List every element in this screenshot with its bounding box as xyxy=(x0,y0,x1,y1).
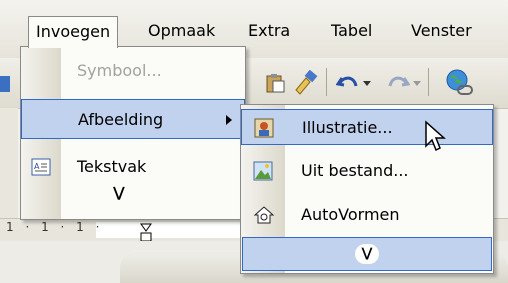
mouse-cursor-icon xyxy=(425,120,446,152)
svg-text:A: A xyxy=(34,162,40,171)
double-chevron-down-icon[interactable]: ⋁ xyxy=(113,185,125,201)
menu-venster[interactable]: Venster xyxy=(404,16,479,46)
undo-dropdown-icon[interactable] xyxy=(362,80,372,88)
menu-item-tekstvak[interactable]: A Tekstvak xyxy=(21,147,245,187)
redo-icon[interactable] xyxy=(386,72,410,94)
menu-invoegen[interactable]: Invoegen xyxy=(28,16,119,48)
clipart-icon xyxy=(254,118,274,138)
double-chevron-down-icon: ⋁ xyxy=(355,244,379,264)
undo-icon[interactable] xyxy=(336,72,360,94)
submenu-expand-button[interactable]: ⋁ xyxy=(242,237,492,271)
format-painter-icon[interactable] xyxy=(292,70,318,96)
left-margin xyxy=(0,108,18,218)
menu-item-symbool[interactable]: Symbool... xyxy=(21,51,245,91)
toolbar-separator xyxy=(326,68,327,96)
paste-icon[interactable] xyxy=(264,72,286,94)
toolbar-separator xyxy=(428,68,429,96)
submenu-item-autovormen[interactable]: AutoVormen xyxy=(241,197,493,233)
submenu-item-autovormen-label: AutoVormen xyxy=(301,205,400,224)
menu-item-symbool-label: Symbool... xyxy=(77,61,162,80)
menu-opmaak-label: Opmaak xyxy=(148,21,216,40)
submenu-item-uit-bestand-label: Uit bestand... xyxy=(301,161,409,180)
picture-file-icon xyxy=(253,161,273,181)
submenu-arrow-icon xyxy=(226,115,232,125)
textbox-icon: A xyxy=(31,158,51,176)
menu-extra-label: Extra xyxy=(248,21,291,40)
ruler-text-area xyxy=(96,222,256,238)
afbeelding-submenu: Illustratie... Uit bestand... AutoVormen… xyxy=(240,104,494,274)
invoegen-dropdown: Symbool... Afbeelding A Tekstvak ⋁ xyxy=(20,46,246,220)
submenu-item-illustratie-label: Illustratie... xyxy=(302,118,393,137)
autoshapes-icon xyxy=(253,206,275,224)
menu-venster-label: Venster xyxy=(411,21,472,40)
menu-tabel[interactable]: Tabel xyxy=(324,16,379,46)
menu-item-afbeelding-label: Afbeelding xyxy=(78,110,164,129)
submenu-item-illustratie[interactable]: Illustratie... xyxy=(241,109,493,145)
hyperlink-globe-icon[interactable] xyxy=(444,68,474,98)
menu-opmaak[interactable]: Opmaak xyxy=(141,16,222,46)
menu-extra[interactable]: Extra xyxy=(241,16,297,46)
redo-dropdown-icon[interactable] xyxy=(412,80,422,88)
menu-tabel-label: Tabel xyxy=(331,21,373,40)
ruler-marks: 1 · 1 · 1 · xyxy=(6,220,104,234)
save-icon[interactable] xyxy=(0,74,12,94)
menu-item-tekstvak-label: Tekstvak xyxy=(77,157,147,176)
menu-invoegen-label: Invoegen xyxy=(36,22,111,41)
indent-marker-icon[interactable] xyxy=(138,223,154,243)
menu-item-afbeelding[interactable]: Afbeelding xyxy=(21,99,245,139)
submenu-item-uit-bestand[interactable]: Uit bestand... xyxy=(241,153,493,189)
